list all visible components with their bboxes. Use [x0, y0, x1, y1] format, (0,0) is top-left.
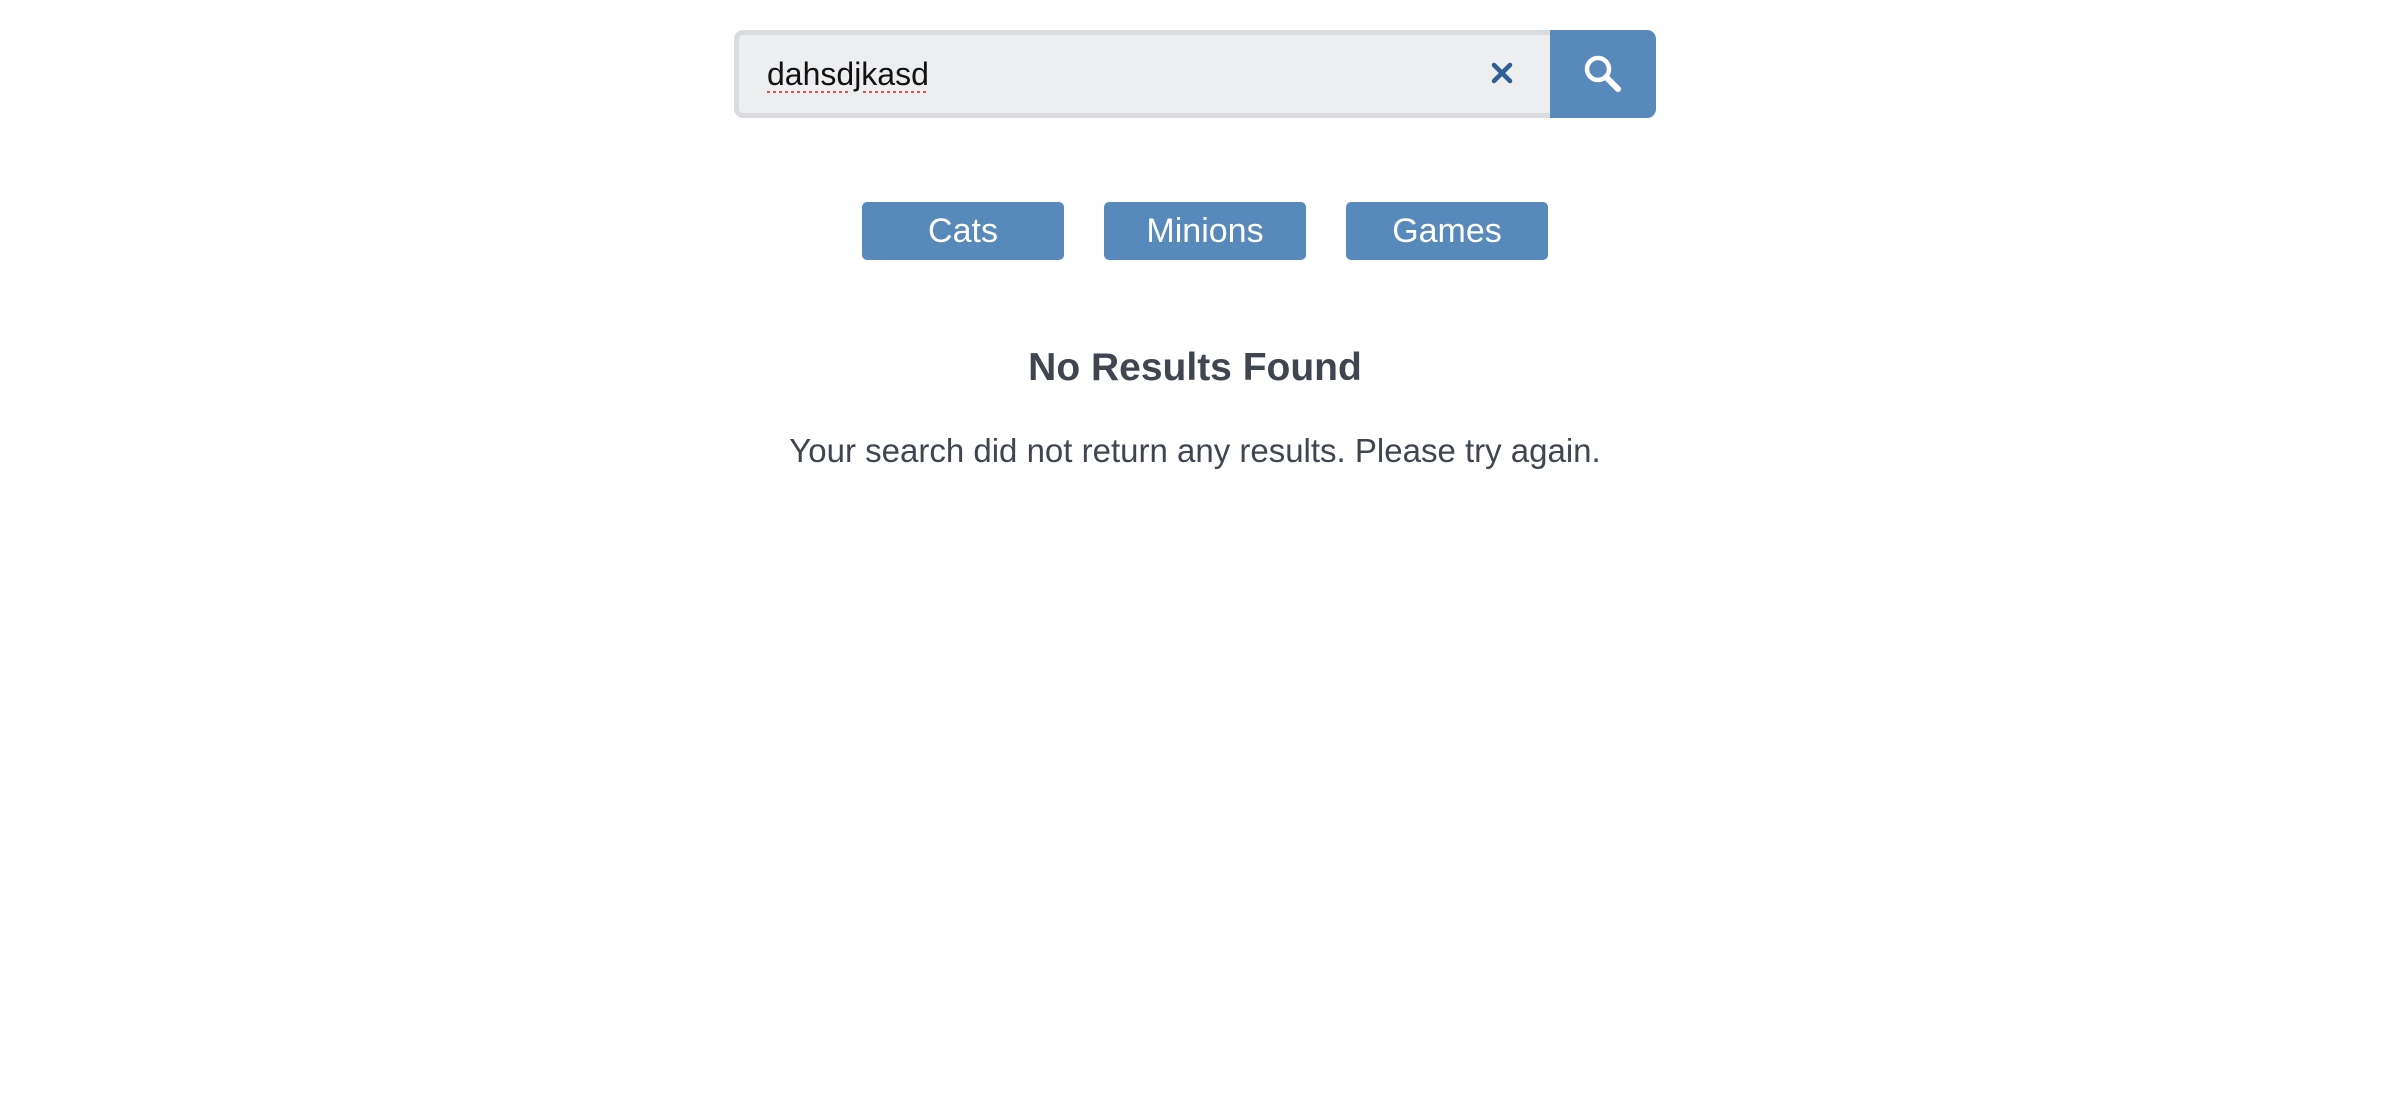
search-input[interactable]: [767, 35, 1447, 113]
category-button-cats[interactable]: Cats: [862, 202, 1064, 260]
search-bar: [734, 30, 1656, 118]
search-field-container: [734, 30, 1550, 118]
no-results-message: Your search did not return any results. …: [789, 432, 1601, 469]
close-icon: [1491, 62, 1513, 84]
clear-search-button[interactable]: [1484, 55, 1520, 91]
category-button-minions[interactable]: Minions: [1104, 202, 1306, 260]
category-button-games[interactable]: Games: [1346, 202, 1548, 260]
category-buttons: Cats Minions Games: [0, 202, 2400, 260]
search-icon: [1584, 55, 1621, 92]
search-button[interactable]: [1550, 30, 1656, 118]
no-results-heading: No Results Found: [1028, 346, 1362, 389]
